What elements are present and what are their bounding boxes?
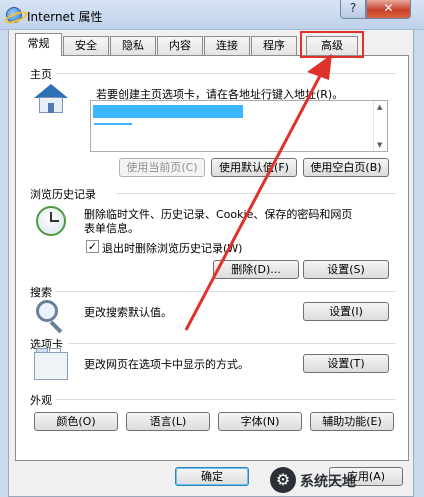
use-default-button[interactable]: 使用默认值(F) xyxy=(211,158,297,177)
ok-button[interactable]: 确定 xyxy=(175,467,249,486)
history-group-title: 浏览历史记录 xyxy=(30,186,100,202)
tab-programs[interactable]: 程序 xyxy=(251,36,297,55)
search-icon xyxy=(34,298,64,334)
tab-security[interactable]: 安全 xyxy=(63,36,109,55)
colors-button[interactable]: 颜色(O) xyxy=(34,412,118,431)
homepage-url-field[interactable]: ▲ ▼ xyxy=(90,100,388,152)
internet-explorer-icon xyxy=(6,7,22,23)
advanced-tab-highlight xyxy=(300,31,364,58)
use-blank-button[interactable]: 使用空白页(B) xyxy=(303,158,389,177)
tab-content[interactable]: 内容 xyxy=(157,36,203,55)
watermark-text: 系统天地 xyxy=(300,474,356,490)
tab-privacy[interactable]: 隐私 xyxy=(110,36,156,55)
history-settings-button[interactable]: 设置(S) xyxy=(303,260,389,279)
window-title: Internet 属性 xyxy=(27,10,103,24)
history-description-line2: 表单信息。 xyxy=(84,222,139,235)
accessibility-button[interactable]: 辅助功能(E) xyxy=(310,412,394,431)
watermark-logo-icon: ⚙ xyxy=(270,467,296,493)
tabs-settings-button[interactable]: 设置(T) xyxy=(303,354,389,373)
close-button[interactable]: ✕ xyxy=(366,0,411,19)
url-scrollbar[interactable]: ▲ ▼ xyxy=(373,101,387,151)
scroll-up-arrow-icon[interactable]: ▲ xyxy=(377,103,382,111)
title-bar: Internet 属性 ? ✕ xyxy=(0,0,424,30)
history-clock-icon xyxy=(34,204,70,240)
tab-connections[interactable]: 连接 xyxy=(204,36,250,55)
general-tab-panel: 主页 若要创建主页选项卡，请在各地址行键入地址(R)。 ▲ ▼ 使用当前页(C)… xyxy=(15,55,409,461)
watermark: ⚙ 系统天地 xyxy=(270,465,420,495)
group-divider xyxy=(56,291,396,292)
delete-on-exit-label[interactable]: 退出时删除浏览历史记录(W) xyxy=(102,240,242,256)
group-divider xyxy=(56,73,396,74)
group-divider xyxy=(68,343,396,344)
tab-general[interactable]: 常规 xyxy=(15,33,62,56)
use-current-button[interactable]: 使用当前页(C) xyxy=(119,158,205,177)
search-settings-button[interactable]: 设置(I) xyxy=(303,302,389,321)
search-description: 更改搜索默认值。 xyxy=(84,306,172,319)
delete-history-button[interactable]: 删除(D)... xyxy=(213,260,299,279)
home-icon xyxy=(34,84,68,114)
url-second-line xyxy=(94,123,132,125)
group-divider xyxy=(116,193,396,194)
delete-on-exit-checkbox[interactable]: ✓ xyxy=(86,240,99,253)
appearance-group-title: 外观 xyxy=(30,392,56,408)
url-text-selection xyxy=(93,105,243,118)
scroll-down-arrow-icon[interactable]: ▼ xyxy=(377,141,382,149)
help-button[interactable]: ? xyxy=(340,0,366,19)
dialog-client-area: 常规 安全 隐私 内容 连接 程序 高级 主页 若要创建主页选项卡，请在各地址行… xyxy=(8,30,414,497)
homepage-group-title: 主页 xyxy=(30,66,56,82)
fonts-button[interactable]: 字体(N) xyxy=(218,412,302,431)
group-divider xyxy=(56,399,396,400)
tabs-description: 更改网页在选项卡中显示的方式。 xyxy=(84,358,249,371)
tabs-icon xyxy=(34,348,70,382)
languages-button[interactable]: 语言(L) xyxy=(126,412,210,431)
